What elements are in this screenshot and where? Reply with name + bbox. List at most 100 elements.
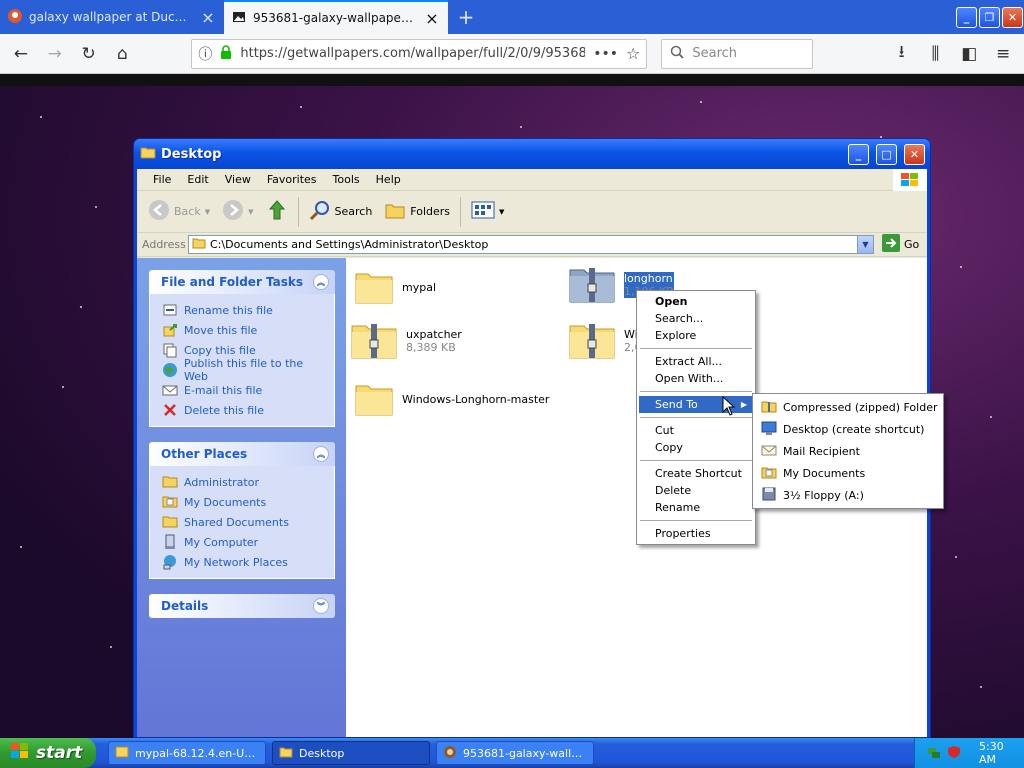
menu-copy[interactable]: Copy <box>639 439 753 456</box>
menu-rename[interactable]: Rename <box>639 499 753 516</box>
task-delete[interactable]: Delete this file <box>162 400 328 420</box>
file-item[interactable]: uxpatcher 8,389 KB <box>350 318 462 363</box>
url-text[interactable]: https://getwallpapers.com/wallpaper/full… <box>240 46 585 61</box>
sidebar-icon[interactable]: ◧ <box>954 39 984 69</box>
url-bar[interactable]: ⓘ https://getwallpapers.com/wallpaper/fu… <box>191 38 648 69</box>
file-item[interactable]: mypal <box>354 266 436 309</box>
reload-icon[interactable]: ↻ <box>74 39 104 69</box>
taskbar-item-mypal[interactable]: mypal-68.12.4.en-US... <box>108 741 266 765</box>
security-shield-icon[interactable] <box>947 745 961 762</box>
minimize-button[interactable]: _ <box>956 7 977 28</box>
send-to-floppy[interactable]: 3½ Floppy (A:) <box>755 484 941 506</box>
collapse-chevron-icon[interactable]: ︽ <box>313 446 329 462</box>
folders-button[interactable]: Folders <box>379 196 455 228</box>
up-arrow-icon <box>266 199 288 224</box>
close-tab-icon[interactable]: × <box>424 9 440 28</box>
address-value[interactable]: C:\Documents and Settings\Administrator\… <box>210 238 853 251</box>
address-field[interactable]: C:\Documents and Settings\Administrator\… <box>188 235 874 254</box>
close-window-button[interactable]: ✕ <box>904 143 925 165</box>
documents-folder-icon <box>761 465 777 482</box>
place-my-network[interactable]: My Network Places <box>162 552 328 572</box>
go-label: Go <box>904 238 920 251</box>
menu-file[interactable]: File <box>145 173 179 186</box>
close-window-button[interactable]: ✕ <box>1002 7 1023 28</box>
place-my-documents[interactable]: My Documents <box>162 492 328 512</box>
info-icon[interactable]: ⓘ <box>198 44 212 64</box>
page-actions-icon[interactable]: ••• <box>593 46 618 62</box>
menu-help[interactable]: Help <box>368 173 409 186</box>
maximize-button[interactable]: □ <box>876 143 897 165</box>
menu-view[interactable]: View <box>217 173 259 186</box>
send-to-mail[interactable]: Mail Recipient <box>755 440 941 462</box>
menu-favorites[interactable]: Favorites <box>259 173 325 186</box>
title-bar[interactable]: Desktop _ □ ✕ <box>134 139 930 169</box>
bookmark-star-icon[interactable]: ☆ <box>626 44 640 63</box>
restore-button[interactable]: ❐ <box>979 7 1000 28</box>
panel-header[interactable]: Details ︾ <box>149 594 335 618</box>
back-button[interactable]: Back ▼ <box>143 196 215 228</box>
menu-edit[interactable]: Edit <box>179 173 216 186</box>
taskbar-item-desktop[interactable]: Desktop <box>272 741 430 765</box>
place-shared-documents[interactable]: Shared Documents <box>162 512 328 532</box>
mail-icon <box>761 442 777 461</box>
panel-title: Other Places <box>161 447 248 461</box>
clock: 5:30 AM <box>979 740 1004 766</box>
taskbar-item-browser[interactable]: 953681-galaxy-wallp... <box>436 741 594 765</box>
collapse-chevron-icon[interactable]: ︽ <box>313 274 329 290</box>
menu-explore[interactable]: Explore <box>639 327 753 344</box>
place-my-computer[interactable]: My Computer <box>162 532 328 552</box>
menu-cut[interactable]: Cut <box>639 422 753 439</box>
search-box[interactable]: Search <box>661 38 813 69</box>
minimize-button[interactable]: _ <box>848 143 869 165</box>
send-to-compressed[interactable]: Compressed (zipped) Folder <box>755 396 941 418</box>
expand-chevron-icon[interactable]: ︾ <box>313 598 329 614</box>
menu-open-with[interactable]: Open With... <box>639 370 753 387</box>
chevron-down-icon[interactable]: ▼ <box>205 208 210 216</box>
chevron-down-icon[interactable]: ▼ <box>499 208 504 216</box>
menu-icon[interactable]: ≡ <box>988 39 1018 69</box>
tab-wallpaper[interactable]: 953681-galaxy-wallpaper-widescr × <box>224 0 448 34</box>
chevron-down-icon[interactable]: ▼ <box>248 208 253 216</box>
menu-open[interactable]: Open <box>639 293 753 310</box>
task-move[interactable]: Move this file <box>162 320 328 340</box>
folder-icon <box>192 237 206 252</box>
views-button[interactable]: ▼ <box>466 196 509 228</box>
panel-title: File and Folder Tasks <box>161 275 304 289</box>
task-publish[interactable]: Publish this file to the Web <box>162 357 328 383</box>
new-tab-button[interactable]: + <box>448 0 484 34</box>
menu-tools[interactable]: Tools <box>325 173 368 186</box>
task-email[interactable]: E-mail this file <box>162 380 328 400</box>
menu-create-shortcut[interactable]: Create Shortcut <box>639 465 753 482</box>
network-tray-icon[interactable] <box>927 745 941 762</box>
chevron-down-icon[interactable]: ▼ <box>857 236 873 253</box>
menu-delete[interactable]: Delete <box>639 482 753 499</box>
panel-header[interactable]: File and Folder Tasks ︽ <box>149 270 335 294</box>
library-icon[interactable]: ⫼ <box>921 39 951 69</box>
taskbar: start mypal-68.12.4.en-US... Desktop 953… <box>0 738 1024 768</box>
search-button[interactable]: Search <box>304 196 378 228</box>
zip-folder-icon <box>568 262 616 307</box>
go-button[interactable]: Go <box>878 234 919 255</box>
copy-icon <box>162 342 178 358</box>
start-button[interactable]: start <box>0 738 96 768</box>
back-arrow-icon[interactable]: ← <box>6 39 36 69</box>
desktop-icon <box>761 420 777 439</box>
file-item[interactable]: Wi 2,0 <box>568 318 642 363</box>
envelope-icon <box>162 382 178 398</box>
send-to-desktop[interactable]: Desktop (create shortcut) <box>755 418 941 440</box>
panel-header[interactable]: Other Places ︽ <box>149 442 335 466</box>
menu-properties[interactable]: Properties <box>639 525 753 542</box>
up-folder-button[interactable] <box>261 196 293 228</box>
task-rename[interactable]: Rename this file <box>162 300 328 320</box>
send-to-my-documents[interactable]: My Documents <box>755 462 941 484</box>
home-icon[interactable]: ⌂ <box>108 39 138 69</box>
place-administrator[interactable]: Administrator <box>162 472 328 492</box>
forward-button[interactable]: ▼ <box>217 196 258 228</box>
tab-duckduckgo[interactable]: galaxy wallpaper at DuckDuckGo × <box>0 0 224 34</box>
file-item[interactable]: Windows-Longhorn-master <box>354 378 549 421</box>
forward-arrow-icon[interactable]: → <box>40 39 70 69</box>
download-icon[interactable]: ⭳ <box>887 39 917 69</box>
menu-search[interactable]: Search... <box>639 310 753 327</box>
close-tab-icon[interactable]: × <box>200 8 216 27</box>
menu-extract-all[interactable]: Extract All... <box>639 353 753 370</box>
